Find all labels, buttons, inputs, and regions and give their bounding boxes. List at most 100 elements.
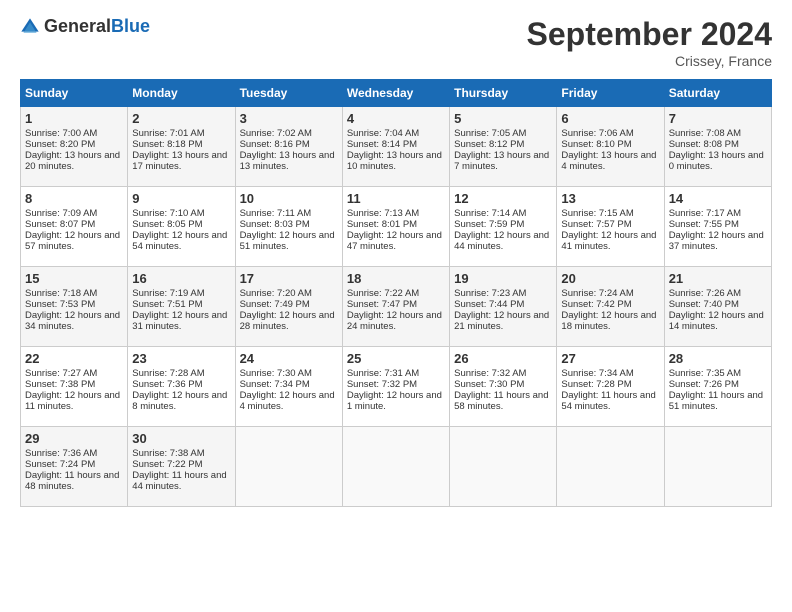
- calendar-cell: 2Sunrise: 7:01 AMSunset: 8:18 PMDaylight…: [128, 107, 235, 187]
- day-number: 13: [561, 191, 659, 206]
- sunrise: Sunrise: 7:02 AM: [240, 128, 312, 139]
- sunset: Sunset: 8:01 PM: [347, 219, 417, 230]
- sunrise: Sunrise: 7:24 AM: [561, 288, 633, 299]
- calendar-week-row: 1 Sunrise: 7:00 AMSunset: 8:20 PM Daylight…: [21, 107, 772, 187]
- calendar-week-row: 22Sunrise: 7:27 AMSunset: 7:38 PMDayligh…: [21, 347, 772, 427]
- day-number: 20: [561, 271, 659, 286]
- daylight: Daylight: 12 hours and 28 minutes.: [240, 310, 335, 332]
- sunset: Sunset: 7:36 PM: [132, 379, 202, 390]
- day-number: 9: [132, 191, 230, 206]
- day-number: 16: [132, 271, 230, 286]
- calendar-cell: 16Sunrise: 7:19 AMSunset: 7:51 PMDayligh…: [128, 267, 235, 347]
- daylight: Daylight: 13 hours and 0 minutes.: [669, 150, 764, 172]
- calendar-cell: 7 Sunrise: 7:08 AMSunset: 8:08 PMDaylight…: [664, 107, 771, 187]
- weekday-header: Saturday: [664, 80, 771, 107]
- sunrise: Sunrise: 7:18 AM: [25, 288, 97, 299]
- sunrise: Sunrise: 7:05 AM: [454, 128, 526, 139]
- calendar-cell: [664, 427, 771, 507]
- sunrise: Sunrise: 7:00 AM: [25, 128, 97, 139]
- daylight: Daylight: 11 hours and 54 minutes.: [561, 390, 655, 412]
- daylight: Daylight: 13 hours and 7 minutes.: [454, 150, 549, 172]
- month-title: September 2024: [527, 16, 772, 53]
- day-number: 18: [347, 271, 445, 286]
- header: GeneralBlue September 2024 Crissey, Fran…: [20, 16, 772, 69]
- sunset: Sunset: 8:14 PM: [347, 139, 417, 150]
- daylight: Daylight: 12 hours and 57 minutes.: [25, 230, 120, 252]
- day-number: 7: [669, 111, 767, 126]
- location: Crissey, France: [527, 53, 772, 69]
- day-number: 17: [240, 271, 338, 286]
- day-number: 1: [25, 111, 123, 126]
- sunset: Sunset: 8:08 PM: [669, 139, 739, 150]
- sunset: Sunset: 7:40 PM: [669, 299, 739, 310]
- sunrise: Sunrise: 7:31 AM: [347, 368, 419, 379]
- weekday-header: Sunday: [21, 80, 128, 107]
- day-number: 30: [132, 431, 230, 446]
- weekday-header: Tuesday: [235, 80, 342, 107]
- calendar-cell: 12Sunrise: 7:14 AMSunset: 7:59 PMDayligh…: [450, 187, 557, 267]
- daylight: Daylight: 12 hours and 41 minutes.: [561, 230, 656, 252]
- logo: GeneralBlue: [20, 16, 150, 37]
- sunset: Sunset: 7:24 PM: [25, 459, 95, 470]
- day-number: 27: [561, 351, 659, 366]
- sunrise: Sunrise: 7:35 AM: [669, 368, 741, 379]
- day-number: 8: [25, 191, 123, 206]
- calendar-cell: 1Sunrise: 7:00 AMSunset: 8:20 PMDaylight…: [21, 107, 128, 187]
- weekday-header: Friday: [557, 80, 664, 107]
- sunset: Sunset: 7:49 PM: [240, 299, 310, 310]
- day-number: 6: [561, 111, 659, 126]
- sunset: Sunset: 8:16 PM: [240, 139, 310, 150]
- daylight: Daylight: 12 hours and 34 minutes.: [25, 310, 120, 332]
- day-number: 3: [240, 111, 338, 126]
- logo-text: GeneralBlue: [44, 16, 150, 37]
- day-number: 23: [132, 351, 230, 366]
- daylight: Daylight: 12 hours and 18 minutes.: [561, 310, 656, 332]
- day-number: 15: [25, 271, 123, 286]
- sunrise: Sunrise: 7:23 AM: [454, 288, 526, 299]
- calendar-cell: 5Sunrise: 7:05 AMSunset: 8:12 PMDaylight…: [450, 107, 557, 187]
- sunset: Sunset: 8:03 PM: [240, 219, 310, 230]
- calendar-cell: 13Sunrise: 7:15 AMSunset: 7:57 PMDayligh…: [557, 187, 664, 267]
- sunset: Sunset: 7:44 PM: [454, 299, 524, 310]
- calendar-cell: [557, 427, 664, 507]
- sunset: Sunset: 7:30 PM: [454, 379, 524, 390]
- calendar-cell: [342, 427, 449, 507]
- calendar-cell: 27Sunrise: 7:34 AMSunset: 7:28 PMDayligh…: [557, 347, 664, 427]
- daylight: Daylight: 11 hours and 51 minutes.: [669, 390, 763, 412]
- calendar-cell: 11Sunrise: 7:13 AMSunset: 8:01 PMDayligh…: [342, 187, 449, 267]
- day-number: 29: [25, 431, 123, 446]
- sunrise: Sunrise: 7:19 AM: [132, 288, 204, 299]
- sunrise: Sunrise: 7:17 AM: [669, 208, 741, 219]
- sunrise: Sunrise: 7:10 AM: [132, 208, 204, 219]
- sunset: Sunset: 7:34 PM: [240, 379, 310, 390]
- daylight: Daylight: 12 hours and 24 minutes.: [347, 310, 442, 332]
- daylight: Daylight: 12 hours and 51 minutes.: [240, 230, 335, 252]
- daylight: Daylight: 12 hours and 54 minutes.: [132, 230, 227, 252]
- daylight: Daylight: 12 hours and 37 minutes.: [669, 230, 764, 252]
- sunset: Sunset: 7:59 PM: [454, 219, 524, 230]
- sunset: Sunset: 8:12 PM: [454, 139, 524, 150]
- sunrise: Sunrise: 7:09 AM: [25, 208, 97, 219]
- daylight: Daylight: 12 hours and 4 minutes.: [240, 390, 335, 412]
- calendar-cell: [450, 427, 557, 507]
- sunset: Sunset: 7:51 PM: [132, 299, 202, 310]
- calendar-cell: 22Sunrise: 7:27 AMSunset: 7:38 PMDayligh…: [21, 347, 128, 427]
- sunset: Sunset: 7:32 PM: [347, 379, 417, 390]
- sunset: Sunset: 7:57 PM: [561, 219, 631, 230]
- sunrise: Sunrise: 7:08 AM: [669, 128, 741, 139]
- sunset: Sunset: 8:20 PM: [25, 139, 95, 150]
- calendar-cell: 24Sunrise: 7:30 AMSunset: 7:34 PMDayligh…: [235, 347, 342, 427]
- sunset: Sunset: 7:26 PM: [669, 379, 739, 390]
- sunrise: Sunrise: 7:20 AM: [240, 288, 312, 299]
- weekday-header: Monday: [128, 80, 235, 107]
- calendar-cell: 15 Sunrise: 7:18 AMSunset: 7:53 PMDayligh…: [21, 267, 128, 347]
- calendar-cell: 30Sunrise: 7:38 AMSunset: 7:22 PMDayligh…: [128, 427, 235, 507]
- calendar-cell: 29Sunrise: 7:36 AMSunset: 7:24 PMDayligh…: [21, 427, 128, 507]
- calendar-cell: 3Sunrise: 7:02 AMSunset: 8:16 PMDaylight…: [235, 107, 342, 187]
- daylight: Daylight: 12 hours and 44 minutes.: [454, 230, 549, 252]
- sunrise: Sunrise: 7:13 AM: [347, 208, 419, 219]
- calendar-cell: 9Sunrise: 7:10 AMSunset: 8:05 PMDaylight…: [128, 187, 235, 267]
- calendar-table: SundayMondayTuesdayWednesdayThursdayFrid…: [20, 79, 772, 507]
- sunset: Sunset: 7:53 PM: [25, 299, 95, 310]
- sunrise: Sunrise: 7:26 AM: [669, 288, 741, 299]
